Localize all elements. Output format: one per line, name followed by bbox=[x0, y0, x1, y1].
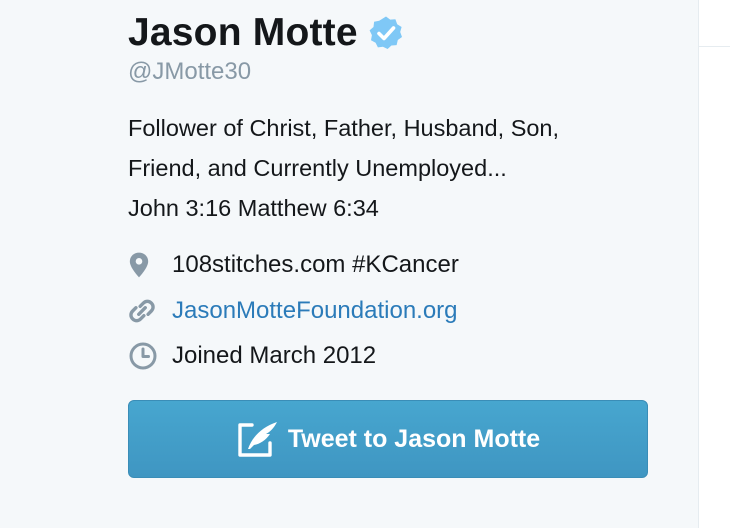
bio-line: Follower of Christ, Father, Husband, Son… bbox=[128, 115, 560, 141]
profile-joined-row: Joined March 2012 bbox=[128, 338, 376, 374]
profile-location: 108stitches.com #KCancer bbox=[172, 251, 459, 278]
verified-badge-icon[interactable] bbox=[368, 15, 404, 51]
profile-handle[interactable]: @JMotte30 bbox=[128, 58, 251, 86]
tweet-to-button[interactable]: Tweet to Jason Motte bbox=[128, 400, 648, 478]
bio-line: John 3:16 Matthew 6:34 bbox=[128, 195, 379, 221]
profile-name-row: Jason Motte bbox=[128, 10, 404, 56]
bio-line: Friend, and Currently Unemployed... bbox=[128, 155, 507, 181]
compose-tweet-icon bbox=[236, 419, 280, 459]
profile-website-row: JasonMotteFoundation.org bbox=[128, 293, 458, 329]
divider bbox=[699, 46, 730, 47]
tweet-to-button-label: Tweet to Jason Motte bbox=[287, 424, 541, 453]
clock-icon bbox=[128, 340, 162, 372]
profile-location-row: 108stitches.com #KCancer bbox=[128, 247, 459, 283]
profile-website-link[interactable]: JasonMotteFoundation.org bbox=[172, 297, 458, 325]
profile-joined-date: Joined March 2012 bbox=[172, 342, 377, 369]
link-icon bbox=[128, 295, 162, 327]
profile-name[interactable]: Jason Motte bbox=[128, 11, 358, 55]
location-pin-icon bbox=[128, 249, 162, 281]
right-column-panel bbox=[698, 0, 730, 528]
profile-bio: Follower of Christ, Father, Husband, Son… bbox=[128, 108, 668, 228]
